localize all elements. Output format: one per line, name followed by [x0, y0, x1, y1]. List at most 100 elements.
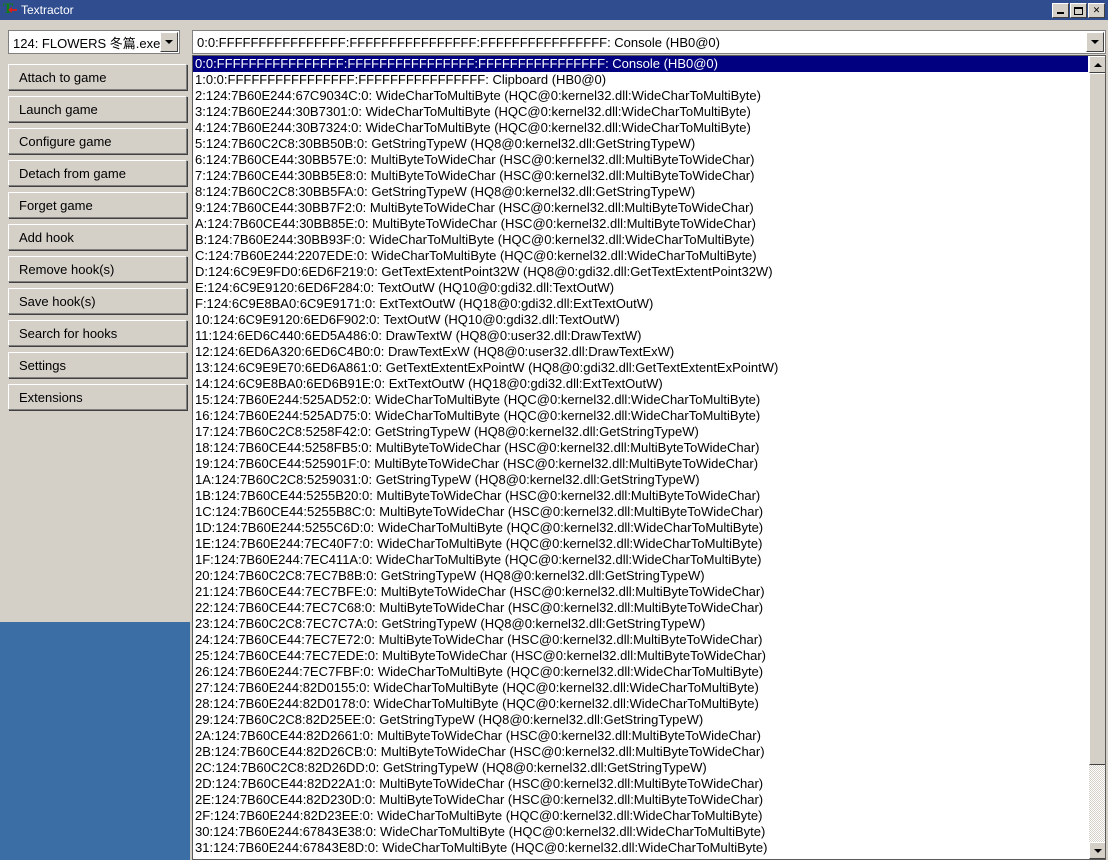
thread-list-item[interactable]: 1B:124:7B60CE44:5255B20:0: MultiByteToWi…	[193, 488, 1089, 504]
textractor-window: T Textractor ✕ 124: FLOWERS 冬篇.exe	[0, 0, 1108, 860]
thread-list-item[interactable]: 0:0:FFFFFFFFFFFFFFFF:FFFFFFFFFFFFFFFF:FF…	[193, 56, 1089, 72]
thread-list-item[interactable]: 30:124:7B60E244:67843E38:0: WideCharToMu…	[193, 824, 1089, 840]
chevron-down-icon[interactable]	[160, 32, 178, 52]
thread-list-item[interactable]: 27:124:7B60E244:82D0155:0: WideCharToMul…	[193, 680, 1089, 696]
thread-list-item[interactable]: 6:124:7B60CE44:30BB57E:0: MultiByteToWid…	[193, 152, 1089, 168]
minimize-button[interactable]	[1052, 3, 1069, 18]
close-button[interactable]: ✕	[1088, 3, 1105, 18]
scrollbar-track[interactable]	[1089, 73, 1106, 842]
client-area: 124: FLOWERS 冬篇.exe Attach to game Launch…	[0, 20, 1108, 860]
thread-list-item[interactable]: D:124:6C9E9FD0:6ED6F219:0: GetTextExtent…	[193, 264, 1089, 280]
sidebar-button-configure-game[interactable]: Configure game	[8, 128, 187, 154]
scroll-down-button[interactable]	[1089, 842, 1106, 859]
thread-list-item[interactable]: 3:124:7B60E244:30B7301:0: WideCharToMult…	[193, 104, 1089, 120]
thread-list-item[interactable]: 26:124:7B60E244:7EC7FBF:0: WideCharToMul…	[193, 664, 1089, 680]
thread-list-item[interactable]: 21:124:7B60CE44:7EC7BFE:0: MultiByteToWi…	[193, 584, 1089, 600]
thread-list-item[interactable]: 15:124:7B60E244:525AD52:0: WideCharToMul…	[193, 392, 1089, 408]
sidebar-button-label: Launch game	[19, 102, 98, 117]
thread-list-item[interactable]: 1D:124:7B60E244:5255C6D:0: WideCharToMul…	[193, 520, 1089, 536]
thread-list-item[interactable]: 2A:124:7B60CE44:82D2661:0: MultiByteToWi…	[193, 728, 1089, 744]
triangle-up-icon	[1094, 63, 1102, 67]
process-select[interactable]: 124: FLOWERS 冬篇.exe	[8, 30, 180, 54]
thread-list-item[interactable]: C:124:7B60E244:2207EDE:0: WideCharToMult…	[193, 248, 1089, 264]
thread-list-item[interactable]: 13:124:6C9E9E70:6ED6A861:0: GetTextExten…	[193, 360, 1089, 376]
thread-list-item[interactable]: 24:124:7B60CE44:7EC7E72:0: MultiByteToWi…	[193, 632, 1089, 648]
thread-list-item[interactable]: 1C:124:7B60CE44:5255B8C:0: MultiByteToWi…	[193, 504, 1089, 520]
sidebar-button-add-hook[interactable]: Add hook	[8, 224, 187, 250]
minimize-icon	[1057, 12, 1064, 14]
thread-list-item[interactable]: 22:124:7B60CE44:7EC7C68:0: MultiByteToWi…	[193, 600, 1089, 616]
thread-list-item[interactable]: 17:124:7B60C2C8:5258F42:0: GetStringType…	[193, 424, 1089, 440]
sidebar-button-label: Detach from game	[19, 166, 126, 181]
thread-list-item[interactable]: 29:124:7B60C2C8:82D25EE:0: GetStringType…	[193, 712, 1089, 728]
maximize-icon	[1074, 7, 1083, 15]
thread-list-item[interactable]: 31:124:7B60E244:67843E8D:0: WideCharToMu…	[193, 840, 1089, 856]
sidebar-button-label: Forget game	[19, 198, 93, 213]
sidebar-button-search-for-hooks[interactable]: Search for hooks	[8, 320, 187, 346]
thread-list-item[interactable]: 8:124:7B60C2C8:30BB5FA:0: GetStringTypeW…	[193, 184, 1089, 200]
thread-list-item[interactable]: 5:124:7B60C2C8:30BB50B:0: GetStringTypeW…	[193, 136, 1089, 152]
sidebar-button-forget-game[interactable]: Forget game	[8, 192, 187, 218]
thread-list-item[interactable]: 28:124:7B60E244:82D0178:0: WideCharToMul…	[193, 696, 1089, 712]
thread-list-item[interactable]: 4:124:7B60E244:30B7324:0: WideCharToMult…	[193, 120, 1089, 136]
thread-list-item[interactable]: 2E:124:7B60CE44:82D230D:0: MultiByteToWi…	[193, 792, 1089, 808]
thread-dropdown-list[interactable]: 0:0:FFFFFFFFFFFFFFFF:FFFFFFFFFFFFFFFF:FF…	[192, 55, 1106, 860]
sidebar-button-extensions[interactable]: Extensions	[8, 384, 187, 410]
thread-list-item[interactable]: 19:124:7B60CE44:525901F:0: MultiByteToWi…	[193, 456, 1089, 472]
sidebar-button-label: Remove hook(s)	[19, 262, 114, 277]
thread-list-item[interactable]: A:124:7B60CE44:30BB85E:0: MultiByteToWid…	[193, 216, 1089, 232]
sidebar-button-label: Search for hooks	[19, 326, 117, 341]
sidebar-button-save-hooks[interactable]: Save hook(s)	[8, 288, 187, 314]
thread-list-scrollbar[interactable]	[1088, 56, 1105, 859]
main-panel: 0:0:FFFFFFFFFFFFFFFF:FFFFFFFFFFFFFFFF:FF…	[190, 20, 1108, 860]
sidebar-button-remove-hooks[interactable]: Remove hook(s)	[8, 256, 187, 282]
thread-list-item[interactable]: 11:124:6ED6C440:6ED5A486:0: DrawTextW (H…	[193, 328, 1089, 344]
thread-list-item[interactable]: 23:124:7B60C2C8:7EC7C7A:0: GetStringType…	[193, 616, 1089, 632]
window-title: Textractor	[21, 3, 1052, 17]
thread-list-item[interactable]: 7:124:7B60CE44:30BB5E8:0: MultiByteToWid…	[193, 168, 1089, 184]
thread-list-item[interactable]: F:124:6C9E8BA0:6C9E9171:0: ExtTextOutW (…	[193, 296, 1089, 312]
thread-list-item[interactable]: 20:124:7B60C2C8:7EC7B8B:0: GetStringType…	[193, 568, 1089, 584]
sidebar-button-detach-from-game[interactable]: Detach from game	[8, 160, 187, 186]
sidebar-button-stack: Attach to game Launch game Configure game D…	[8, 64, 187, 416]
sidebar-button-label: Add hook	[19, 230, 74, 245]
thread-list-item[interactable]: 1A:124:7B60C2C8:5259031:0: GetStringType…	[193, 472, 1089, 488]
sidebar-button-launch-game[interactable]: Launch game	[8, 96, 187, 122]
thread-list-item[interactable]: 14:124:6C9E8BA0:6ED6B91E:0: ExtTextOutW …	[193, 376, 1089, 392]
thread-list-item[interactable]: 2B:124:7B60CE44:82D26CB:0: MultiByteToWi…	[193, 744, 1089, 760]
sidebar-button-settings[interactable]: Settings	[8, 352, 187, 378]
caption-button-group: ✕	[1052, 3, 1105, 18]
thread-list-item[interactable]: 2C:124:7B60C2C8:82D26DD:0: GetStringType…	[193, 760, 1089, 776]
scrollbar-thumb[interactable]	[1089, 73, 1106, 765]
thread-list-item[interactable]: 2:124:7B60E244:67C9034C:0: WideCharToMul…	[193, 88, 1089, 104]
arrow-left-icon	[8, 6, 17, 14]
triangle-down-icon	[1094, 849, 1102, 853]
sidebar: 124: FLOWERS 冬篇.exe Attach to game Launch…	[0, 20, 190, 860]
title-bar: T Textractor ✕	[0, 0, 1108, 20]
thread-list-item[interactable]: 9:124:7B60CE44:30BB7F2:0: MultiByteToWid…	[193, 200, 1089, 216]
thread-list-item[interactable]: 10:124:6C9E9120:6ED6F902:0: TextOutW (HQ…	[193, 312, 1089, 328]
thread-list-item[interactable]: 2D:124:7B60CE44:82D22A1:0: MultiByteToWi…	[193, 776, 1089, 792]
process-select-value: 124: FLOWERS 冬篇.exe	[9, 33, 160, 52]
thread-list-item[interactable]: 12:124:6ED6A320:6ED6C4B0:0: DrawTextExW …	[193, 344, 1089, 360]
chevron-down-icon[interactable]	[1086, 32, 1104, 52]
sidebar-button-label: Configure game	[19, 134, 112, 149]
thread-list-item[interactable]: 16:124:7B60E244:525AD75:0: WideCharToMul…	[193, 408, 1089, 424]
thread-select-value: 0:0:FFFFFFFFFFFFFFFF:FFFFFFFFFFFFFFFF:FF…	[193, 35, 1086, 50]
sidebar-button-attach-to-game[interactable]: Attach to game	[8, 64, 187, 90]
sidebar-button-label: Extensions	[19, 390, 83, 405]
maximize-button[interactable]	[1070, 3, 1087, 18]
close-icon: ✕	[1089, 4, 1104, 17]
thread-list-item[interactable]: 25:124:7B60CE44:7EC7EDE:0: MultiByteToWi…	[193, 648, 1089, 664]
thread-list-item[interactable]: 1:0:0:FFFFFFFFFFFFFFFF:FFFFFFFFFFFFFFFF:…	[193, 72, 1089, 88]
thread-select[interactable]: 0:0:FFFFFFFFFFFFFFFF:FFFFFFFFFFFFFFFF:FF…	[192, 30, 1106, 54]
thread-list-item[interactable]: 1F:124:7B60E244:7EC411A:0: WideCharToMul…	[193, 552, 1089, 568]
thread-list-item[interactable]: E:124:6C9E9120:6ED6F284:0: TextOutW (HQ1…	[193, 280, 1089, 296]
textractor-icon: T	[2, 2, 18, 18]
sidebar-button-label: Settings	[19, 358, 66, 373]
scroll-up-button[interactable]	[1089, 56, 1106, 73]
thread-list-item[interactable]: 1E:124:7B60E244:7EC40F7:0: WideCharToMul…	[193, 536, 1089, 552]
thread-list-item[interactable]: 18:124:7B60CE44:5258FB5:0: MultiByteToWi…	[193, 440, 1089, 456]
thread-list-item[interactable]: B:124:7B60E244:30BB93F:0: WideCharToMult…	[193, 232, 1089, 248]
thread-list-item[interactable]: 2F:124:7B60E244:82D23EE:0: WideCharToMul…	[193, 808, 1089, 824]
